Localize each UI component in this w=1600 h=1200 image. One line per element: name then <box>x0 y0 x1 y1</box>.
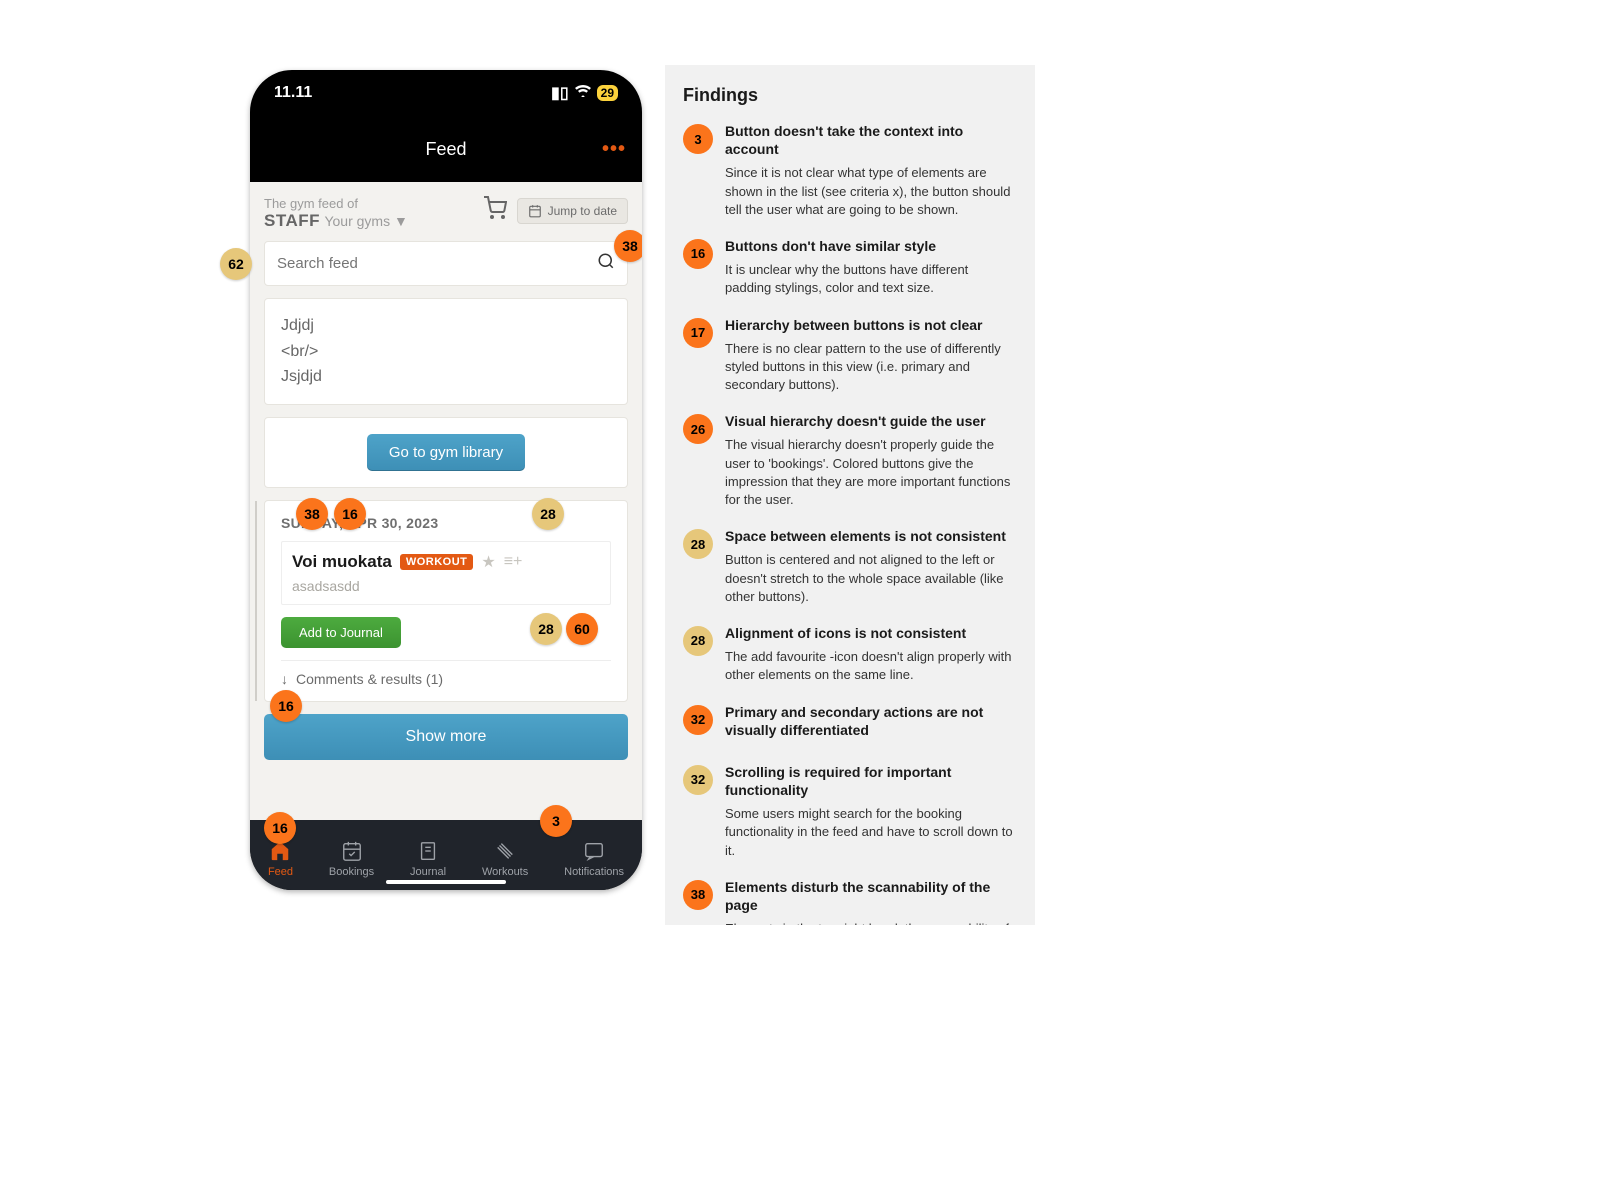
gym-library-button[interactable]: Go to gym library <box>367 434 525 471</box>
finding-item: 32 Scrolling is required for important fu… <box>683 763 1017 860</box>
finding-item: 38 Elements disturb the scannability of t… <box>683 878 1017 925</box>
library-card: Go to gym library <box>264 417 628 488</box>
finding-desc: The add favourite -icon doesn't align pr… <box>725 648 1017 684</box>
gym-header: The gym feed of STAFF Your gyms ▼ Jump t… <box>258 192 634 241</box>
finding-item: 28 Space between elements is not consiste… <box>683 527 1017 606</box>
finding-desc: There is no clear pattern to the use of … <box>725 340 1017 395</box>
finding-desc: Elements in the top right break the scan… <box>725 920 1017 925</box>
search-box[interactable] <box>264 241 628 286</box>
gym-sub-label: The gym feed of <box>264 196 408 211</box>
pin-60: 60 <box>566 613 598 645</box>
status-right: ▮▯ 29 <box>551 83 618 103</box>
search-input[interactable] <box>277 255 597 272</box>
finding-title: Elements disturb the scannability of the… <box>725 878 1017 914</box>
tab-feed[interactable]: Feed <box>268 840 293 878</box>
finding-title: Scrolling is required for important func… <box>725 763 1017 799</box>
note-line: Jsjdjd <box>281 364 611 390</box>
finding-title: Button doesn't take the context into acc… <box>725 122 1017 158</box>
finding-number: 3 <box>683 124 713 154</box>
finding-desc: Button is centered and not aligned to th… <box>725 551 1017 606</box>
tab-label: Workouts <box>482 866 528 878</box>
battery-level: 29 <box>597 85 618 101</box>
comments-label: Comments & results (1) <box>296 671 443 687</box>
gym-switcher[interactable]: Your gyms ▼ <box>324 213 407 229</box>
cart-icon[interactable] <box>483 196 507 225</box>
finding-title: Visual hierarchy doesn't guide the user <box>725 412 1017 430</box>
comments-toggle[interactable]: ↓ Comments & results (1) <box>281 660 611 687</box>
finding-title: Hierarchy between buttons is not clear <box>725 316 1017 334</box>
finding-number: 26 <box>683 414 713 444</box>
more-menu-icon[interactable]: ••• <box>602 138 626 161</box>
finding-title: Space between elements is not consistent <box>725 527 1017 545</box>
finding-number: 17 <box>683 318 713 348</box>
tab-notifications[interactable]: Notifications <box>564 840 624 878</box>
note-line: <br/> <box>281 339 611 365</box>
finding-desc: It is unclear why the buttons have diffe… <box>725 261 1017 297</box>
finding-number: 28 <box>683 626 713 656</box>
findings-heading: Findings <box>683 85 1017 106</box>
pin-16: 16 <box>334 498 366 530</box>
jump-label: Jump to date <box>548 204 617 218</box>
finding-item: 28 Alignment of icons is not consistent Th… <box>683 624 1017 685</box>
note-line: Jdjdj <box>281 313 611 339</box>
tab-label: Feed <box>268 866 293 878</box>
workout-title: Voi muokata <box>292 552 392 572</box>
pin-28b: 28 <box>530 613 562 645</box>
list-icon[interactable]: ≡+ <box>504 553 523 571</box>
search-icon[interactable] <box>597 252 615 275</box>
finding-title: Alignment of icons is not consistent <box>725 624 1017 642</box>
pin-38: 38 <box>296 498 328 530</box>
finding-item: 26 Visual hierarchy doesn't guide the use… <box>683 412 1017 509</box>
findings-panel: Findings 3 Button doesn't take the contex… <box>665 65 1035 925</box>
finding-desc: Since it is not clear what type of eleme… <box>725 164 1017 219</box>
tab-label: Journal <box>410 866 446 878</box>
app-header: Feed ••• <box>250 116 642 182</box>
finding-title: Primary and secondary actions are not vi… <box>725 703 1017 739</box>
wifi-icon <box>575 84 591 102</box>
jump-to-date-button[interactable]: Jump to date <box>517 198 628 224</box>
tab-label: Bookings <box>329 866 374 878</box>
finding-number: 28 <box>683 529 713 559</box>
finding-item: 32 Primary and secondary actions are not … <box>683 703 1017 745</box>
tab-journal[interactable]: Journal <box>410 840 446 878</box>
pin-16c: 16 <box>264 812 296 844</box>
finding-number: 32 <box>683 705 713 735</box>
finding-item: 3 Button doesn't take the context into ac… <box>683 122 1017 219</box>
pin-38-top: 38 <box>614 230 642 262</box>
star-icon[interactable]: ★ <box>481 552 495 572</box>
add-journal-button[interactable]: Add to Journal <box>281 617 401 648</box>
finding-number: 16 <box>683 239 713 269</box>
signal-icon: ▮▯ <box>551 83 569 103</box>
note-card: Jdjdj <br/> Jsjdjd <box>264 298 628 405</box>
tab-workouts[interactable]: Workouts <box>482 840 528 878</box>
finding-title: Buttons don't have similar style <box>725 237 1017 255</box>
status-bar: 11.11 ▮▯ 29 <box>250 70 642 116</box>
show-more-button[interactable]: Show more <box>264 714 628 760</box>
finding-number: 38 <box>683 880 713 910</box>
pin-28: 28 <box>532 498 564 530</box>
finding-desc: Some users might search for the booking … <box>725 805 1017 860</box>
workout-badge: WORKOUT <box>400 554 474 570</box>
workout-card: SUNDAY, APR 30, 2023 Voi muokata WORKOUT… <box>264 500 628 702</box>
finding-item: 16 Buttons don't have similar style It is … <box>683 237 1017 298</box>
status-time: 11.11 <box>274 84 312 102</box>
page-title: Feed <box>425 139 466 160</box>
tab-label: Notifications <box>564 866 624 878</box>
tab-bookings[interactable]: Bookings <box>329 840 374 878</box>
finding-number: 32 <box>683 765 713 795</box>
workout-sub: asadsasdd <box>292 578 600 594</box>
gym-name: STAFF <box>264 211 320 230</box>
arrow-down-icon: ↓ <box>281 671 288 687</box>
pin-62: 62 <box>220 248 252 280</box>
finding-desc: The visual hierarchy doesn't properly gu… <box>725 436 1017 509</box>
pin-16b: 16 <box>270 690 302 722</box>
pin-3: 3 <box>540 805 572 837</box>
home-indicator <box>386 880 506 884</box>
finding-item: 17 Hierarchy between buttons is not clear… <box>683 316 1017 395</box>
phone-mockup: 11.11 ▮▯ 29 Feed ••• The gym feed of STA <box>250 70 642 890</box>
